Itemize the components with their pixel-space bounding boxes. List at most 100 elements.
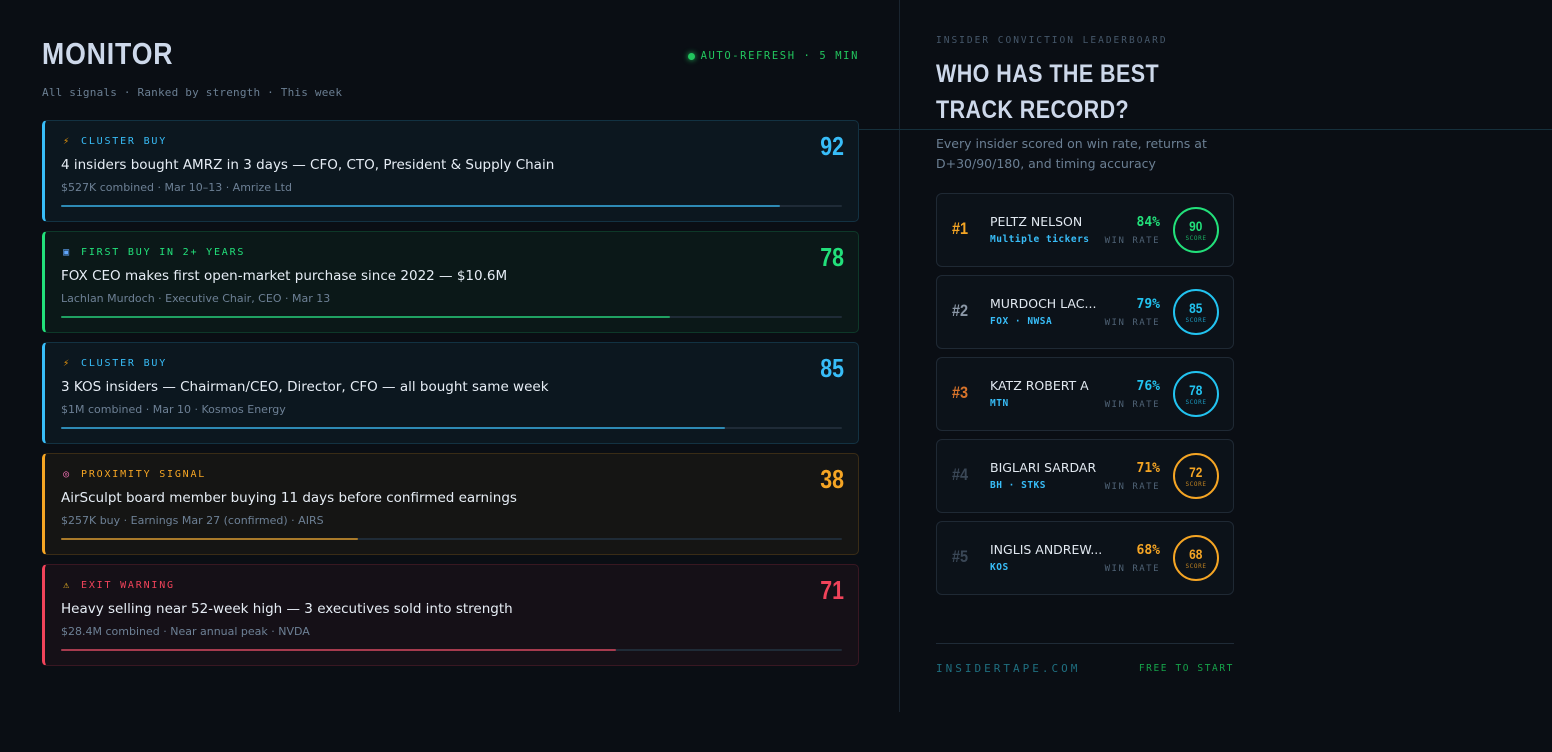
insider-name: INGLIS ANDREW... bbox=[990, 542, 1103, 557]
signal-meta: $257K buy · Earnings Mar 27 (confirmed) … bbox=[61, 514, 324, 527]
insider-tickers: MTN bbox=[990, 398, 1009, 409]
score-label: SCORE bbox=[1185, 234, 1207, 242]
signal-type: ◎ PROXIMITY SIGNAL bbox=[61, 469, 206, 480]
signal-meta: $1M combined · Mar 10 · Kosmos Energy bbox=[61, 403, 286, 416]
win-rate-value: 84% bbox=[1136, 215, 1160, 230]
auto-refresh-label: AUTO-REFRESH · 5 MIN bbox=[700, 50, 859, 62]
signal-strength-bar bbox=[61, 427, 842, 429]
signal-strength-bar bbox=[61, 538, 842, 540]
signal-strength-fill bbox=[61, 427, 725, 429]
win-rate-label: WIN RATE bbox=[1104, 318, 1160, 328]
signal-type-label: CLUSTER BUY bbox=[81, 358, 168, 369]
signal-type: ▣ FIRST BUY IN 2+ YEARS bbox=[61, 247, 245, 258]
entry-rank: #3 bbox=[952, 383, 969, 402]
signal-strength-bar bbox=[61, 205, 842, 207]
leaderboard-title: WHO HAS THE BEST TRACK RECORD? bbox=[936, 60, 1160, 124]
signal-type: ⚡ CLUSTER BUY bbox=[61, 358, 167, 369]
signal-card[interactable]: ◎ PROXIMITY SIGNAL AirSculpt board member … bbox=[42, 453, 859, 555]
leaderboard-entry[interactable]: #2 MURDOCH LAC... FOX · NWSA 79% WIN RATE 85 S… bbox=[936, 275, 1234, 349]
signal-score: 92 bbox=[820, 131, 844, 161]
entry-rank: #5 bbox=[952, 547, 969, 566]
lightning-icon: ⚡ bbox=[63, 136, 71, 147]
warning-icon: ⚠ bbox=[63, 580, 71, 591]
signal-meta: $527K combined · Mar 10–13 · Amrize Ltd bbox=[61, 181, 292, 194]
insider-name: PELTZ NELSON bbox=[990, 214, 1083, 229]
free-to-start-link[interactable]: FREE TO START bbox=[1139, 663, 1234, 674]
win-rate-label: WIN RATE bbox=[1104, 482, 1160, 492]
signal-strength-bar bbox=[61, 649, 842, 651]
insider-name: MURDOCH LAC... bbox=[990, 296, 1097, 311]
score-value: 68 bbox=[1189, 545, 1203, 562]
signal-meta: Lachlan Murdoch · Executive Chair, CEO ·… bbox=[61, 292, 331, 305]
score-value: 72 bbox=[1189, 463, 1203, 480]
monitor-panel: MONITOR All signals · Ranked by strength… bbox=[42, 0, 859, 752]
win-rate-value: 71% bbox=[1136, 461, 1160, 476]
signal-strength-fill bbox=[61, 316, 671, 318]
signal-score: 38 bbox=[820, 464, 844, 494]
leaderboard-entry[interactable]: #4 BIGLARI SARDAR BH · STKS 71% WIN RATE 72 SC… bbox=[936, 439, 1234, 513]
signal-headline: 4 insiders bought AMRZ in 3 days — CFO, … bbox=[61, 157, 555, 173]
win-rate-label: WIN RATE bbox=[1104, 564, 1160, 574]
insider-tickers: FOX · NWSA bbox=[990, 316, 1053, 327]
signal-score: 71 bbox=[820, 575, 844, 605]
win-rate-value: 79% bbox=[1136, 297, 1160, 312]
signal-strength-fill bbox=[61, 538, 358, 540]
lightning-icon: ⚡ bbox=[63, 358, 71, 369]
score-label: SCORE bbox=[1185, 480, 1207, 488]
auto-refresh-status: AUTO-REFRESH · 5 MIN bbox=[687, 50, 859, 62]
panel-divider bbox=[899, 0, 900, 712]
signal-type: ⚠ EXIT WARNING bbox=[61, 580, 175, 591]
entry-rank: #2 bbox=[952, 301, 969, 320]
signal-headline: AirSculpt board member buying 11 days be… bbox=[61, 490, 517, 506]
signal-strength-bar bbox=[61, 316, 842, 318]
win-rate-value: 68% bbox=[1136, 543, 1160, 558]
leaderboard-entry[interactable]: #5 INGLIS ANDREW... KOS 68% WIN RATE 68 SCORE bbox=[936, 521, 1234, 595]
signal-headline: 3 KOS insiders — Chairman/CEO, Director,… bbox=[61, 379, 549, 395]
footer-brand-link[interactable]: INSIDERTAPE.COM bbox=[936, 662, 1080, 675]
signal-type-label: EXIT WARNING bbox=[81, 580, 175, 591]
win-rate-label: WIN RATE bbox=[1104, 236, 1160, 246]
signal-type: ⚡ CLUSTER BUY bbox=[61, 136, 167, 147]
page-title: MONITOR bbox=[42, 36, 174, 71]
insider-name: BIGLARI SARDAR bbox=[990, 460, 1097, 475]
target-icon: ◎ bbox=[63, 469, 71, 480]
signal-meta: $28.4M combined · Near annual peak · NVD… bbox=[61, 625, 310, 638]
score-label: SCORE bbox=[1185, 316, 1207, 324]
signal-headline: FOX CEO makes first open-market purchase… bbox=[61, 268, 508, 284]
signal-type-label: PROXIMITY SIGNAL bbox=[81, 469, 207, 480]
new-badge-icon: ▣ bbox=[63, 247, 71, 258]
insider-tickers: KOS bbox=[990, 562, 1009, 573]
score-ring: 72 SCORE bbox=[1173, 453, 1219, 499]
signal-card[interactable]: ⚡ CLUSTER BUY 4 insiders bought AMRZ in 3 … bbox=[42, 120, 859, 222]
score-label: SCORE bbox=[1185, 398, 1207, 406]
win-rate-value: 76% bbox=[1136, 379, 1160, 394]
leaderboard-entry[interactable]: #3 KATZ ROBERT A MTN 76% WIN RATE 78 SCORE bbox=[936, 357, 1234, 431]
signal-card[interactable]: ▣ FIRST BUY IN 2+ YEARS FOX CEO makes firs… bbox=[42, 231, 859, 333]
monitor-subtitle: All signals · Ranked by strength · This … bbox=[42, 86, 343, 99]
insider-tickers: Multiple tickers bbox=[990, 234, 1090, 245]
signal-card[interactable]: ⚡ CLUSTER BUY 3 KOS insiders — Chairman/CE… bbox=[42, 342, 859, 444]
leaderboard-entry[interactable]: #1 PELTZ NELSON Multiple tickers 84% WIN RAT… bbox=[936, 193, 1234, 267]
signal-strength-fill bbox=[61, 649, 616, 651]
entry-rank: #4 bbox=[952, 465, 969, 484]
score-ring: 78 SCORE bbox=[1173, 371, 1219, 417]
live-dot-icon bbox=[687, 52, 695, 60]
signal-headline: Heavy selling near 52-week high — 3 exec… bbox=[61, 601, 513, 617]
score-ring: 85 SCORE bbox=[1173, 289, 1219, 335]
score-ring: 68 SCORE bbox=[1173, 535, 1219, 581]
leaderboard-eyebrow: INSIDER CONVICTION LEADERBOARD bbox=[936, 35, 1168, 46]
entry-rank: #1 bbox=[952, 219, 969, 238]
signal-type-label: FIRST BUY IN 2+ YEARS bbox=[81, 247, 246, 258]
signal-score: 85 bbox=[820, 353, 844, 383]
win-rate-label: WIN RATE bbox=[1104, 400, 1160, 410]
score-value: 90 bbox=[1189, 217, 1203, 234]
signal-strength-fill bbox=[61, 205, 780, 207]
signal-score: 78 bbox=[820, 242, 844, 272]
leaderboard-subtitle: Every insider scored on win rate, return… bbox=[936, 136, 1207, 171]
score-label: SCORE bbox=[1185, 562, 1207, 570]
signal-type-label: CLUSTER BUY bbox=[81, 136, 168, 147]
signal-card[interactable]: ⚠ EXIT WARNING Heavy selling near 52-week … bbox=[42, 564, 859, 666]
score-value: 78 bbox=[1189, 381, 1203, 398]
score-value: 85 bbox=[1189, 299, 1203, 316]
footer-divider bbox=[936, 643, 1234, 644]
